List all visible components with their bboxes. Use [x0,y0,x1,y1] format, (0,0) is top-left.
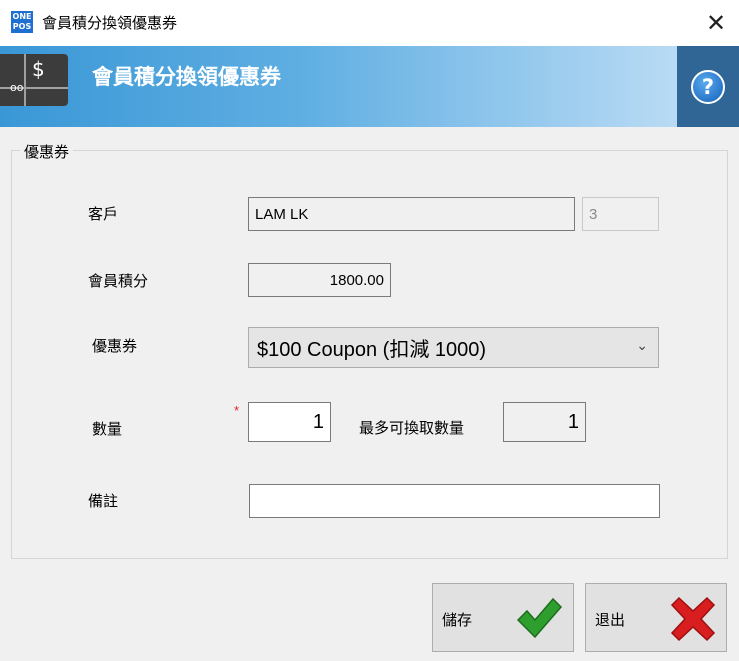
max-quantity-label: 最多可換取數量 [359,420,465,437]
points-field: 1800.00 [248,263,391,297]
banner-title: 會員積分換領優惠券 [92,66,281,89]
help-button[interactable]: ? [677,46,739,127]
save-button-label: 儲存 [442,612,473,629]
quantity-input[interactable]: 1 [248,402,331,442]
close-icon[interactable]: ✕ [693,0,739,46]
checkmark-icon [516,597,563,639]
header-banner: oo $ 會員積分換領優惠券 ? [0,46,739,127]
max-quantity-field: 1 [503,402,586,442]
coupon-icon: oo $ [0,54,68,106]
cross-icon [670,596,716,642]
customer-id-field: 3 [582,197,659,231]
points-label: 會員積分 [88,273,149,290]
coupon-label: 優惠券 [92,338,138,355]
window-titlebar: ONE POS 會員積分換領優惠券 ✕ [0,0,739,46]
customer-label: 客戶 [88,206,119,223]
exit-button[interactable]: 退出 [585,583,727,652]
logo-text-top: ONE [12,12,32,21]
remarks-input[interactable] [249,484,660,518]
app-logo-icon: ONE POS [11,11,33,33]
remarks-label: 備註 [88,493,119,510]
required-marker: * [234,403,240,418]
groupbox-legend: 優惠券 [20,141,74,162]
save-button[interactable]: 儲存 [432,583,574,652]
exit-button-label: 退出 [595,612,626,629]
ribbon-bow: oo [10,81,24,94]
chevron-down-icon: ⌄ [636,338,648,354]
coupon-select[interactable]: $100 Coupon (扣減 1000) ⌄ [248,327,659,368]
window-title: 會員積分換領優惠券 [42,15,178,32]
quantity-label: 數量 [92,421,123,438]
ribbon-vertical [24,54,26,106]
logo-text-bottom: POS [12,22,32,31]
help-icon: ? [691,69,725,104]
coupon-selected-value: $100 Coupon (扣減 1000) [257,339,487,361]
customer-name-field: LAM LK [248,197,575,231]
dollar-symbol: $ [32,57,45,81]
